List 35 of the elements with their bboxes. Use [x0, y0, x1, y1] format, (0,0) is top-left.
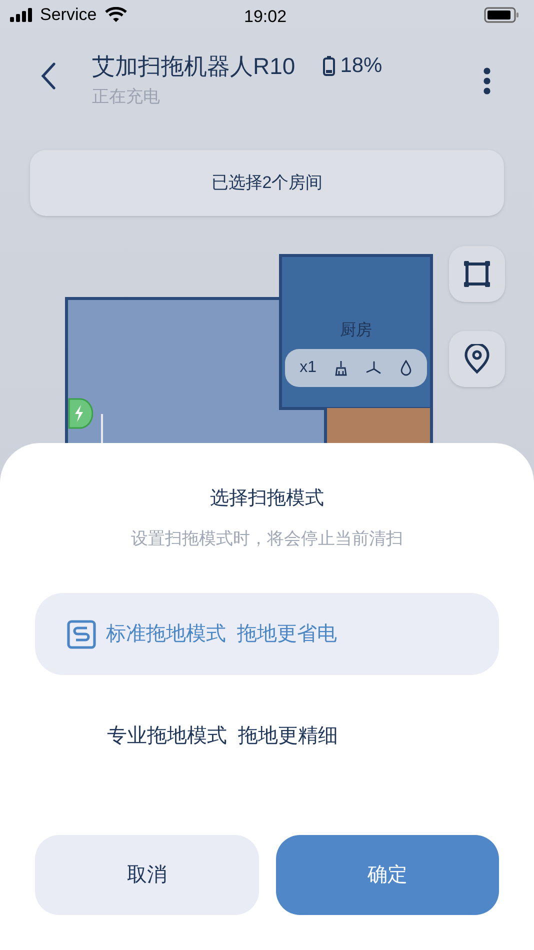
square-icon [464, 261, 490, 287]
more-icon [483, 67, 491, 95]
sheet-title: 选择扫拖模式 [210, 487, 324, 511]
charging-status: 正在充电 [92, 86, 161, 108]
fan-icon [365, 361, 384, 375]
device-title: 艾加扫拖机器人R10 [92, 52, 296, 81]
confirm-button[interactable]: 确定 [276, 835, 499, 915]
kitchen-room[interactable]: 厨房 x1 [279, 254, 433, 410]
mode-option[interactable]: 专业拖地模式 拖地更精细 [35, 695, 499, 777]
sheet-subtitle: 设置扫拖模式时，将会停止当前清扫 [131, 528, 403, 550]
location-pin-icon [464, 344, 490, 374]
location-button[interactable] [449, 331, 505, 387]
carrier-name: Service [40, 4, 97, 26]
signal-icon [10, 8, 34, 22]
room-label: 厨房 [340, 320, 372, 341]
room-settings-pill[interactable]: x1 [285, 349, 427, 387]
charging-dock-icon [68, 398, 93, 429]
battery-icon [484, 7, 520, 23]
dining-room[interactable] [324, 408, 433, 443]
clock-time: 19:02 [244, 6, 287, 28]
mode-label: 标准拖地模式 拖地更省电 [106, 622, 338, 647]
pass-count: x1 [300, 358, 317, 378]
selection-banner: 已选择2个房间 [30, 150, 504, 216]
area-select-button[interactable] [449, 246, 505, 302]
battery-icon [323, 56, 336, 76]
s-badge-icon [67, 620, 96, 648]
living-room[interactable] [65, 297, 279, 443]
broom-icon [334, 360, 348, 376]
wifi-icon [104, 7, 127, 23]
hallway-floor [279, 410, 324, 443]
back-icon [40, 62, 56, 90]
battery-level: 18% [340, 53, 382, 79]
mode-label: 专业拖地模式 拖地更精细 [107, 724, 338, 749]
water-drop-icon [400, 360, 412, 376]
cancel-button[interactable]: 取消 [35, 835, 258, 915]
